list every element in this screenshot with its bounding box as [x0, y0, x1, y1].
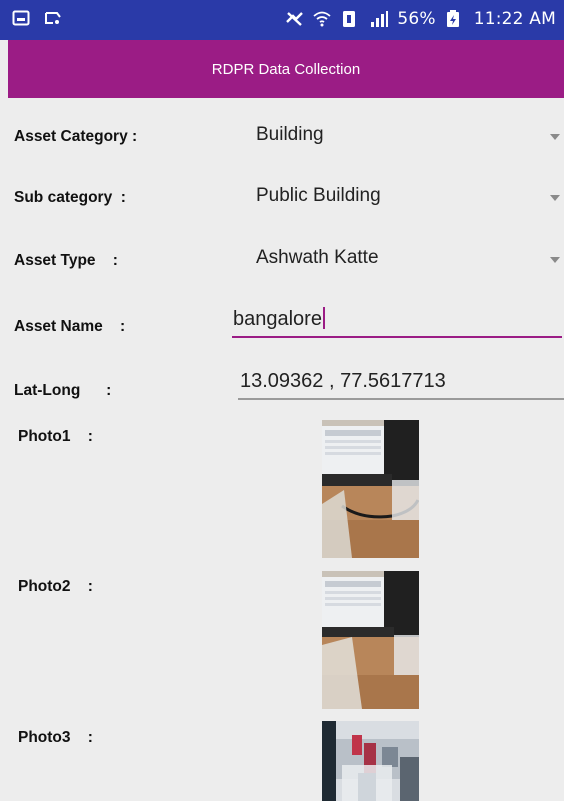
lat-long-field[interactable]: 13.09362 , 77.5617713 — [238, 364, 564, 402]
app-screen: 56% 11:22 AM RDPR Data Collection Asset … — [0, 0, 564, 801]
cast-notification-icon — [44, 9, 62, 27]
photo1-label: Photo1 : — [18, 428, 93, 445]
photo3-thumbnail[interactable] — [322, 721, 419, 801]
lat-long-underline — [238, 398, 564, 400]
clock: 11:22 AM — [473, 9, 556, 29]
sub-category-spinner[interactable]: Public Building — [240, 178, 564, 218]
sub-category-dropdown-icon — [550, 195, 560, 201]
gallery-notification-icon — [12, 9, 30, 27]
asset-type-label: Asset Type : — [14, 252, 118, 269]
sim-icon — [341, 10, 359, 28]
asset-category-value: Building — [256, 124, 324, 145]
status-bar: 56% 11:22 AM — [0, 0, 564, 40]
sub-category-label: Sub category : — [14, 189, 126, 206]
photo3-label: Photo3 : — [18, 729, 93, 746]
lat-long-label: Lat-Long : — [14, 382, 112, 399]
battery-icon — [446, 10, 464, 28]
asset-name-underline — [232, 336, 562, 338]
mute-icon — [285, 10, 304, 28]
asset-category-spinner[interactable]: Building — [240, 116, 564, 156]
asset-type-value: Ashwath Katte — [256, 247, 379, 268]
asset-type-dropdown-icon — [550, 257, 560, 263]
asset-category-label: Asset Category : — [14, 128, 138, 145]
app-title: RDPR Data Collection — [211, 60, 361, 78]
battery-percentage: 56% — [397, 9, 436, 29]
asset-name-text-wrap: bangalore — [233, 307, 325, 331]
asset-category-dropdown-icon — [550, 134, 560, 140]
asset-name-field[interactable]: bangalore — [232, 302, 562, 340]
sub-category-value: Public Building — [256, 185, 381, 206]
asset-name-label: Asset Name : — [14, 318, 126, 335]
photo1-thumbnail[interactable] — [322, 420, 419, 558]
app-bar: RDPR Data Collection — [8, 40, 564, 98]
wifi-icon — [313, 10, 331, 28]
lat-long-value: 13.09362 , 77.5617713 — [240, 370, 446, 392]
photo2-label: Photo2 : — [18, 578, 93, 595]
text-cursor — [322, 307, 325, 329]
signal-icon — [369, 10, 389, 28]
photo2-thumbnail[interactable] — [322, 571, 419, 709]
asset-type-spinner[interactable]: Ashwath Katte — [240, 240, 564, 280]
asset-name-value: bangalore — [233, 308, 322, 330]
